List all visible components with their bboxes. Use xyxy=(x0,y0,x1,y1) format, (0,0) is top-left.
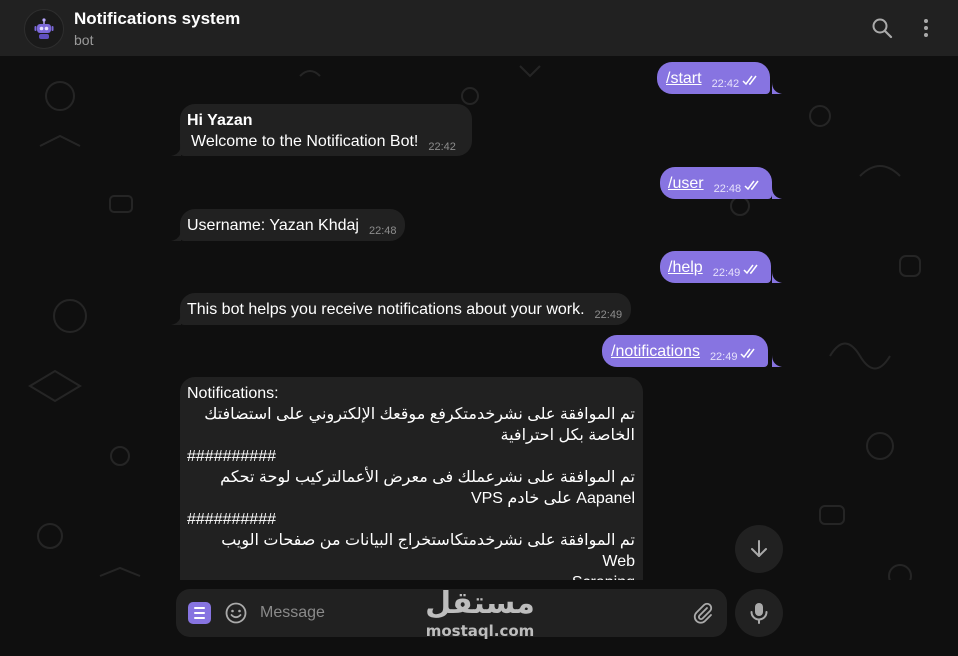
bot-command-link[interactable]: /help xyxy=(668,259,703,276)
watermark-arabic: مستقل xyxy=(425,586,535,621)
message-text: Username: Yazan Khdaj xyxy=(187,217,359,234)
notification-line: الخاصة بكل احترافية xyxy=(500,427,635,444)
double-check-icon xyxy=(744,180,759,191)
robot-icon xyxy=(34,18,54,39)
double-check-icon xyxy=(743,264,758,275)
chat-title[interactable]: Notifications system xyxy=(74,9,240,29)
message-time: 22:48 xyxy=(368,225,397,237)
watermark-latin: mostaql.com xyxy=(425,622,535,640)
scroll-down-button[interactable] xyxy=(735,525,783,573)
message-list[interactable]: /start 22:42 Hi Yazan Welcome to the Noti… xyxy=(0,56,958,656)
message-time: 22:49 xyxy=(712,267,741,279)
message-title: Hi Yazan xyxy=(187,112,253,129)
menu-line xyxy=(194,617,205,619)
message-outgoing[interactable]: /start 22:42 xyxy=(657,62,771,94)
separator-line: ########## xyxy=(187,448,276,465)
voice-message-button[interactable] xyxy=(735,589,783,637)
attach-icon[interactable] xyxy=(691,601,715,625)
message-incoming[interactable]: Hi Yazan Welcome to the Notification Bot… xyxy=(180,104,472,156)
chat-subtitle: bot xyxy=(74,32,94,48)
bubble-tail xyxy=(772,271,782,283)
message-incoming[interactable]: Notifications: تم الموافقة على نشرخدمتكر… xyxy=(180,377,643,607)
bubble-tail xyxy=(171,144,181,156)
bot-command-link[interactable]: /notifications xyxy=(611,343,700,360)
message-time: 22:49 xyxy=(709,351,738,363)
bubble-tail xyxy=(772,355,782,367)
message-outgoing[interactable]: /notifications 22:49 xyxy=(602,335,769,367)
bubble-tail xyxy=(772,82,782,94)
message-outgoing[interactable]: /help 22:49 xyxy=(660,251,772,283)
menu-line xyxy=(194,607,205,609)
separator-line: ########## xyxy=(187,511,276,528)
bubble-tail xyxy=(772,187,782,199)
bubble-tail xyxy=(171,229,181,241)
notification-line: تم الموافقة على نشرخدمتكاستخراج البيانات… xyxy=(221,532,635,570)
bot-avatar[interactable] xyxy=(24,9,64,49)
message-incoming[interactable]: Username: Yazan Khdaj 22:48 xyxy=(180,209,406,241)
double-check-icon xyxy=(740,348,756,359)
search-button[interactable] xyxy=(868,14,896,42)
microphone-icon xyxy=(750,603,768,624)
notification-line: تم الموافقة على نشرخدمتكرفع موقعك الإلكت… xyxy=(204,406,635,423)
emoji-icon[interactable] xyxy=(224,601,248,625)
bot-command-link[interactable]: /start xyxy=(666,70,702,87)
message-text: This bot helps you receive notifications… xyxy=(187,301,585,318)
more-options-button[interactable] xyxy=(912,14,940,42)
mostaql-watermark: مستقل mostaql.com xyxy=(418,586,542,646)
arrow-down-icon xyxy=(751,540,767,557)
search-icon xyxy=(872,18,893,39)
menu-line xyxy=(194,612,205,614)
notification-line: تم الموافقة على نشرعملك فى معرض الأعمالت… xyxy=(220,469,635,486)
bubble-tail xyxy=(171,313,181,325)
bot-command-link[interactable]: /user xyxy=(668,175,704,192)
chat-header: Notifications system bot xyxy=(0,0,958,56)
double-check-icon xyxy=(742,75,757,86)
notification-line: Aapanel على خادم VPS xyxy=(470,490,635,507)
telegram-app: Notifications system bot /start 22:42 Hi… xyxy=(0,0,958,656)
message-time: 22:49 xyxy=(594,309,623,321)
message-outgoing[interactable]: /user 22:48 xyxy=(660,167,773,199)
more-vertical-icon xyxy=(924,19,928,37)
message-time: 22:42 xyxy=(428,141,456,153)
bot-menu-button[interactable] xyxy=(188,602,211,624)
message-time: 22:48 xyxy=(713,183,742,195)
message-title: Notifications: xyxy=(187,385,279,402)
message-time: 22:42 xyxy=(711,78,740,90)
message-incoming[interactable]: This bot helps you receive notifications… xyxy=(180,293,632,325)
message-text: Welcome to the Notification Bot! xyxy=(191,133,419,150)
